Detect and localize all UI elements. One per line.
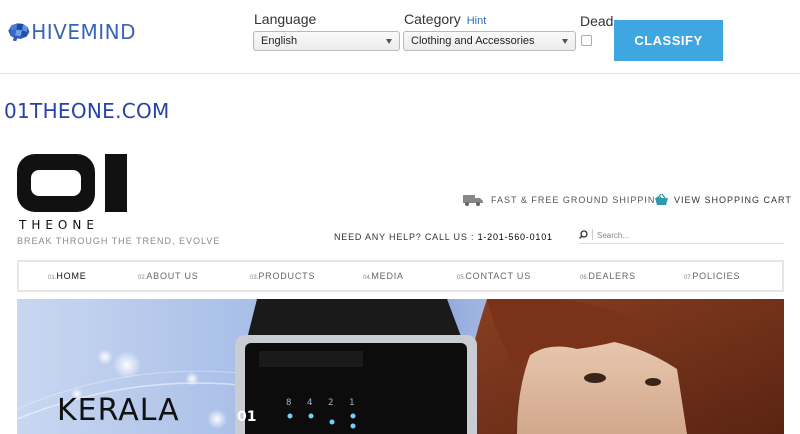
domain-title: 01THEONE.COM bbox=[4, 99, 170, 123]
hivemind-logo: HIVEMIND bbox=[6, 12, 136, 52]
nav-item-contact-us[interactable]: 05.CONTACT US bbox=[457, 271, 531, 281]
help-prefix: NEED ANY HELP? CALL US : bbox=[334, 232, 475, 242]
basket-icon bbox=[655, 194, 668, 205]
dead-label: Dead bbox=[580, 13, 614, 29]
help-phone: 1-201-560-0101 bbox=[477, 232, 553, 242]
theone-logo bbox=[17, 154, 127, 212]
classify-button[interactable]: CLASSIFY bbox=[614, 20, 723, 61]
category-select[interactable]: Clothing and Accessories bbox=[403, 31, 576, 51]
watch-digit: 2 bbox=[328, 398, 334, 408]
watch-digit: 8 bbox=[286, 398, 292, 408]
nav-item-policies[interactable]: 07.POLICIES bbox=[684, 271, 740, 281]
dead-checkbox[interactable] bbox=[581, 35, 592, 46]
view-cart-link[interactable]: VIEW SHOPPING CART bbox=[655, 194, 792, 205]
site-nav: 01.HOME 02.ABOUT US 03.PRODUCTS 04.MEDIA… bbox=[17, 260, 784, 292]
nav-item-about-us[interactable]: 02.ABOUT US bbox=[138, 271, 199, 281]
watch-digit: 4 bbox=[307, 398, 313, 408]
nav-item-products[interactable]: 03.PRODUCTS bbox=[250, 271, 315, 281]
banner-title: KERALA bbox=[57, 393, 180, 428]
logo-text: HIVEMIND bbox=[31, 20, 136, 44]
site-search-input[interactable]: Search... bbox=[579, 228, 784, 244]
search-icon bbox=[579, 230, 588, 239]
nav-item-dealers[interactable]: 06.DEALERS bbox=[580, 271, 636, 281]
brain-icon bbox=[8, 23, 30, 42]
classifier-toolbar: HIVEMIND Language English Category Hint … bbox=[0, 0, 800, 74]
search-placeholder: Search... bbox=[597, 231, 630, 240]
shipping-notice: FAST & FREE GROUND SHIPPING bbox=[463, 194, 663, 206]
watch-leds bbox=[287, 413, 356, 429]
category-label: Category Hint bbox=[404, 11, 486, 27]
hero-banner[interactable]: 8 4 2 1 01 KERALA bbox=[17, 299, 784, 434]
truck-icon bbox=[463, 195, 483, 206]
category-select-value: Clothing and Accessories bbox=[411, 35, 535, 47]
brand-tagline: BREAK THROUGH THE TREND, EVOLVE bbox=[17, 236, 221, 246]
watch-digit: 1 bbox=[349, 398, 355, 408]
shipping-text: FAST & FREE GROUND SHIPPING bbox=[491, 195, 664, 205]
nav-item-media[interactable]: 04.MEDIA bbox=[363, 271, 404, 281]
chevron-down-icon bbox=[386, 39, 392, 44]
chevron-down-icon bbox=[562, 39, 568, 44]
nav-item-home[interactable]: 01.HOME bbox=[48, 271, 87, 281]
cart-text: VIEW SHOPPING CART bbox=[674, 194, 792, 205]
language-select-value: English bbox=[261, 35, 298, 47]
brand-name: THEONE bbox=[19, 218, 99, 232]
watch-logo: 01 bbox=[237, 409, 257, 425]
language-label: Language bbox=[254, 11, 317, 27]
language-select[interactable]: English bbox=[253, 31, 400, 51]
category-label-text: Category bbox=[404, 11, 461, 27]
help-line: NEED ANY HELP? CALL US : 1-201-560-0101 bbox=[334, 232, 553, 242]
website-screenshot: THEONE BREAK THROUGH THE TREND, EVOLVE F… bbox=[0, 140, 800, 434]
category-hint-link[interactable]: Hint bbox=[467, 15, 487, 27]
